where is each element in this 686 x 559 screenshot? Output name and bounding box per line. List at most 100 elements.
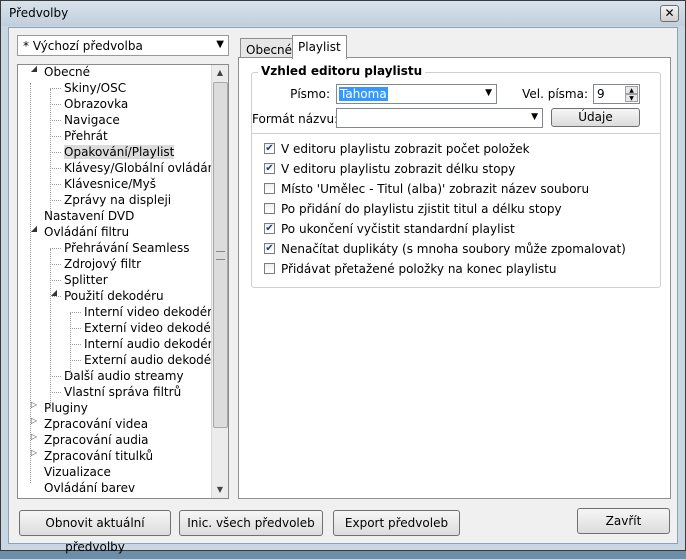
tree-item-label: Splitter	[64, 273, 108, 287]
font-size-value: 9	[597, 87, 605, 101]
tree-item-label: Zpracování audia	[44, 433, 149, 447]
tree-item[interactable]: Interní audio dekodér	[84, 336, 213, 352]
tree-item[interactable]: Použití dekodéru	[64, 288, 164, 304]
checkbox-checked[interactable]: ✔	[264, 143, 275, 154]
close-button[interactable]: Zavřít	[577, 508, 670, 534]
checkbox-unchecked[interactable]	[264, 263, 275, 274]
tree-item[interactable]: Obecné	[44, 65, 91, 80]
checkbox-checked[interactable]: ✔	[264, 223, 275, 234]
tree-connector	[50, 296, 61, 297]
tree-item-label: Použití dekodéru	[64, 289, 164, 303]
tree-connector	[50, 104, 61, 105]
font-size-label: Vel. písma:	[522, 87, 588, 101]
tree-connector	[50, 88, 61, 89]
preferences-window: Předvolby ✕ * Výchozí předvolba ▼ Obecné…	[0, 0, 686, 554]
stepper-down-icon[interactable]: ▼	[625, 94, 638, 102]
tree-connector	[50, 280, 61, 281]
font-select-value: Tahoma	[339, 87, 388, 101]
tree-item[interactable]: Ovládání barev	[44, 480, 135, 496]
tree-item[interactable]: Externí video dekodér	[84, 320, 216, 336]
tree-item[interactable]: Navigace	[64, 112, 120, 128]
title-bar[interactable]: Předvolby ✕	[1, 1, 685, 26]
reset-current-button[interactable]: Obnovit aktuální předvolby	[19, 510, 171, 554]
tab-playlist[interactable]: Playlist	[292, 35, 347, 59]
tree-item[interactable]: Zpracování audia	[44, 432, 149, 448]
font-size-stepper[interactable]: 9 ▲ ▼	[593, 84, 640, 104]
tree-connector	[70, 360, 81, 361]
chevron-down-icon: ▼	[531, 112, 538, 122]
tree-item[interactable]: Zpracování videa	[44, 416, 148, 432]
tree-item[interactable]: Opakování/Playlist	[64, 144, 175, 160]
tree-item[interactable]: Zdrojový filtr	[64, 256, 141, 272]
tree-item[interactable]: Další audio streamy	[64, 368, 184, 384]
tree-item-label: Přehrávání Seamless	[64, 241, 190, 255]
checkbox-checked[interactable]: ✔	[264, 163, 275, 174]
group-title: Vzhled editoru playlistu	[258, 64, 426, 78]
tree-item[interactable]: Zpracování titulků	[44, 448, 153, 464]
tree-connector	[70, 313, 71, 377]
tree-item[interactable]: Vlastní správa filtrů	[64, 384, 181, 400]
tree-connector	[70, 328, 81, 329]
tree-item[interactable]: Klávesnice/Myš	[64, 176, 156, 192]
checkbox-label: Místo 'Umělec - Titul (alba)' zobrazit n…	[281, 182, 590, 196]
chevron-down-icon: ▼	[485, 88, 492, 98]
font-select[interactable]: Tahoma ▼	[336, 84, 497, 104]
tree-connector	[50, 136, 61, 137]
tree-connector	[50, 264, 61, 265]
tree-item[interactable]: Zprávy na displeji	[64, 192, 171, 208]
stepper-up-icon[interactable]: ▲	[625, 86, 638, 94]
checkbox-unchecked[interactable]	[264, 183, 275, 194]
close-window-button[interactable]: ✕	[660, 5, 679, 22]
close-icon: ✕	[664, 6, 675, 20]
client-area: * Výchozí předvolba ▼ Obecné ◢ Skiny/OSC Ob…	[8, 27, 678, 554]
tree-item[interactable]: Externí audio dekodér	[84, 352, 216, 368]
tree-connector	[50, 120, 61, 121]
tree-item-label: Obrazovka	[64, 97, 129, 111]
collapse-icon[interactable]: ◢	[29, 65, 39, 73]
tree-connector	[50, 152, 61, 153]
tree-item[interactable]: Klávesy/Globální ovládání	[64, 160, 219, 176]
tree-connector	[50, 249, 51, 409]
tree-connector	[50, 200, 61, 201]
tree-item[interactable]: Přehrávání Seamless	[64, 240, 189, 256]
tree-item[interactable]: Přehrát	[64, 128, 108, 144]
checkbox-label: Po ukončení vyčistit standardní playlist	[281, 222, 515, 236]
name-format-select[interactable]: ▼	[336, 108, 543, 128]
scrollbar-thumb[interactable]	[213, 82, 228, 428]
tree-item-label: Ovládání filtru	[44, 225, 130, 239]
tree-item-label: Zpracování videa	[44, 417, 149, 431]
scroll-down-icon[interactable]: ▼	[212, 482, 228, 498]
export-button[interactable]: Export předvoleb	[333, 510, 460, 536]
scroll-up-icon[interactable]: ▲	[212, 65, 228, 81]
tree-connector	[70, 344, 81, 345]
tree-item[interactable]: Skiny/OSC	[64, 80, 126, 96]
preset-select[interactable]: * Výchozí předvolba ▼	[17, 35, 229, 56]
settings-tree: Obecné ◢ Skiny/OSC Obrazovka Navigace Přehrát…	[17, 64, 229, 499]
tree-connector	[50, 184, 61, 185]
tree-item-label: Navigace	[64, 113, 120, 127]
checkbox-unchecked[interactable]	[264, 203, 275, 214]
init-all-button[interactable]: Inic. všech předvoleb	[179, 510, 323, 536]
stepper-buttons: ▲ ▼	[625, 86, 638, 102]
tree-connector	[50, 168, 61, 169]
tree-scrollbar[interactable]: ▲ ▼	[211, 65, 228, 498]
tree-connector	[30, 83, 31, 483]
tree-item[interactable]: Vizualizace	[44, 464, 111, 480]
tree-item[interactable]: Splitter	[64, 272, 108, 288]
tree-item[interactable]: Obrazovka	[64, 96, 128, 112]
tree-item-label: Zdrojový filtr	[64, 257, 142, 271]
tree-item-label: Další audio streamy	[64, 369, 184, 383]
checkbox-label: Po přidání do playlistu zjistit titul a …	[281, 202, 562, 216]
tree-item-label: Skiny/OSC	[64, 81, 127, 95]
name-format-label: Formát názvu:	[252, 112, 339, 126]
tree-item[interactable]: Ovládání filtru	[44, 224, 129, 240]
checkbox-label: Přidávat přetažené položky na konec play…	[281, 262, 557, 276]
tree-item[interactable]: Nastavení DVD	[44, 208, 134, 224]
group-divider	[252, 133, 660, 134]
tree-item-label: Obecné	[44, 65, 91, 79]
checkbox-checked[interactable]: ✔	[264, 243, 275, 254]
window-title: Předvolby	[9, 6, 69, 20]
tree-item[interactable]: Interní video dekodér	[84, 304, 212, 320]
details-button[interactable]: Údaje	[551, 108, 640, 127]
checkbox-label: Nenačítat duplikáty (s mnoha soubory můž…	[281, 242, 626, 256]
